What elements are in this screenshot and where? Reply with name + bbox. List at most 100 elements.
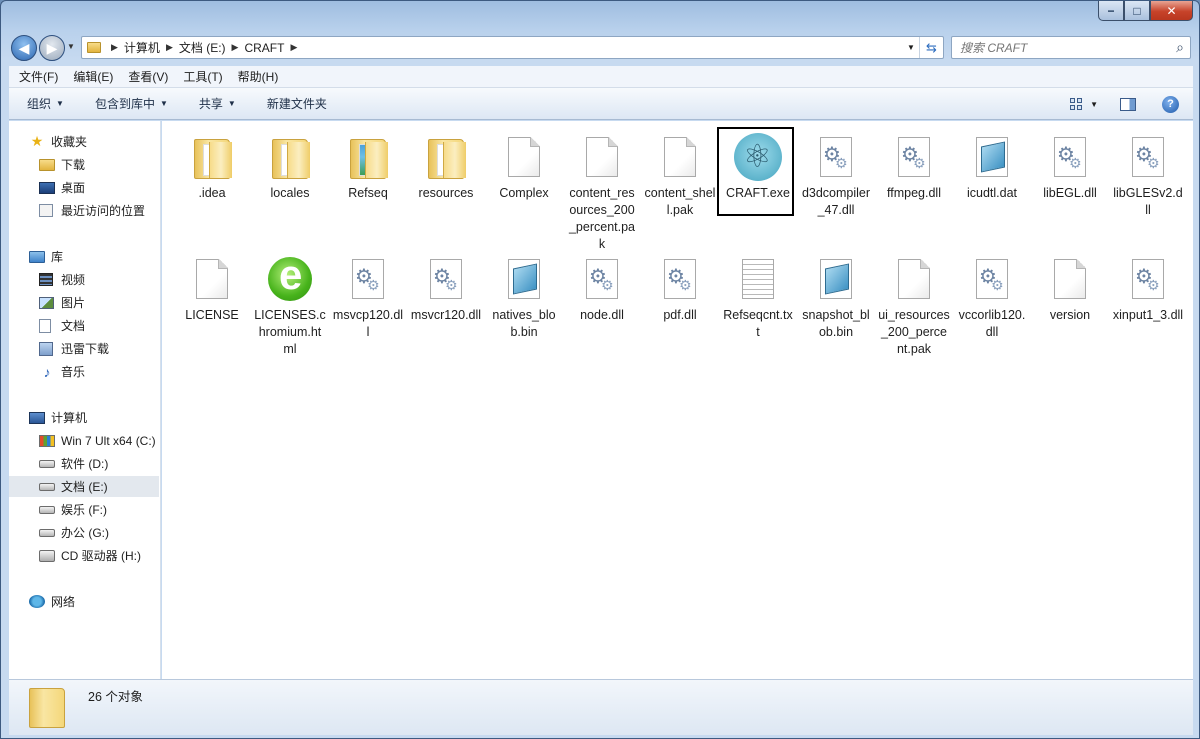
- file-item[interactable]: natives_blob.bin: [487, 255, 561, 341]
- view-options-dropdown[interactable]: ▼: [1090, 100, 1098, 109]
- sidebar-item[interactable]: 文档: [9, 315, 159, 336]
- file-icon: [586, 137, 618, 177]
- view-mode-icon[interactable]: [1070, 97, 1084, 111]
- menu-item[interactable]: 工具(T): [183, 68, 222, 85]
- file-name: CRAFT.exe: [726, 186, 790, 200]
- organize-button[interactable]: 组织 ▼: [27, 95, 64, 112]
- breadcrumb-item[interactable]: 计算机: [124, 39, 160, 56]
- sidebar-item[interactable]: 办公 (G:): [9, 522, 159, 543]
- file-item[interactable]: msvcr120.dll: [409, 255, 483, 324]
- chevron-down-icon: ▼: [907, 43, 915, 52]
- sidebar-item[interactable]: ★ 收藏夹: [9, 131, 159, 152]
- file-name: natives_blob.bin: [492, 308, 556, 339]
- file-item[interactable]: node.dll: [565, 255, 639, 324]
- sidebar-item[interactable]: 下载: [9, 154, 159, 175]
- file-icon-wrapper: [1124, 255, 1172, 303]
- recent-places-icon: [39, 204, 53, 217]
- file-item[interactable]: ffmpeg.dll: [877, 133, 951, 202]
- refresh-button[interactable]: ⇆: [919, 37, 943, 58]
- chevron-right-icon[interactable]: ▶: [290, 42, 297, 53]
- breadcrumb-root-chevron[interactable]: ▶: [105, 42, 124, 53]
- chevron-right-icon[interactable]: ▶: [232, 42, 239, 53]
- file-item[interactable]: ui_resources_200_percent.pak: [877, 255, 951, 358]
- file-item[interactable]: libEGL.dll: [1033, 133, 1107, 202]
- file-icon: [664, 137, 696, 177]
- chevron-right-icon[interactable]: ▶: [166, 42, 173, 53]
- recent-pages-dropdown[interactable]: ▼: [67, 42, 75, 51]
- dll-file-icon: [664, 259, 696, 299]
- file-item[interactable]: d3dcompiler_47.dll: [799, 133, 873, 219]
- file-item[interactable]: LICENSES.chromium.html: [253, 251, 327, 358]
- file-icon-wrapper: [188, 133, 236, 181]
- file-icon-wrapper: [422, 133, 470, 181]
- file-item[interactable]: LICENSE: [175, 255, 249, 324]
- sidebar-item[interactable]: ♪ 音乐: [9, 361, 159, 382]
- internet-explorer-icon: [268, 251, 312, 301]
- forward-button[interactable]: ▶: [39, 35, 65, 61]
- folder-icon: [350, 139, 388, 179]
- file-item[interactable]: Refseqcnt.txt: [721, 255, 795, 341]
- minimize-button[interactable]: −: [1098, 1, 1124, 21]
- sidebar-item-label: 视频: [61, 273, 86, 287]
- breadcrumb-item[interactable]: CRAFT: [244, 41, 284, 55]
- back-button[interactable]: ◀: [11, 35, 37, 61]
- search-input[interactable]: [960, 40, 1160, 55]
- sidebar-item[interactable]: 计算机: [9, 407, 159, 428]
- file-item[interactable]: content_resources_200_percent.pak: [565, 133, 639, 253]
- address-bar[interactable]: ▶ 计算机 ▶ 文档 (E:) ▶ CRAFT ▶ ▼ ⇆: [81, 36, 944, 59]
- file-icon-wrapper: [968, 255, 1016, 303]
- sidebar-item[interactable]: 最近访问的位置: [9, 200, 159, 221]
- close-button[interactable]: ✕: [1150, 1, 1193, 21]
- file-name: ui_resources_200_percent.pak: [878, 308, 950, 356]
- address-history-dropdown[interactable]: ▼: [903, 37, 919, 58]
- sidebar-item[interactable]: 库: [9, 246, 159, 267]
- file-item[interactable]: vccorlib120.dll: [955, 255, 1029, 341]
- file-item[interactable]: locales: [253, 133, 327, 202]
- menu-item[interactable]: 编辑(E): [73, 68, 113, 85]
- share-button[interactable]: 共享 ▼: [199, 95, 236, 112]
- file-item[interactable]: CRAFT.exe: [717, 127, 795, 216]
- sidebar-item[interactable]: 桌面: [9, 177, 159, 198]
- file-item[interactable]: xinput1_3.dll: [1111, 255, 1185, 324]
- menu-item[interactable]: 文件(F): [19, 68, 58, 85]
- sidebar-item[interactable]: 娱乐 (F:): [9, 499, 159, 520]
- file-name: msvcr120.dll: [410, 308, 482, 322]
- breadcrumb-item[interactable]: 文档 (E:): [179, 39, 226, 56]
- search-icon[interactable]: ⌕: [1176, 39, 1184, 56]
- file-item[interactable]: content_shell.pak: [643, 133, 717, 219]
- file-item[interactable]: resources: [409, 133, 483, 202]
- file-item[interactable]: version: [1033, 255, 1107, 324]
- file-item[interactable]: Refseq: [331, 133, 405, 202]
- file-item[interactable]: libGLESv2.dll: [1111, 133, 1185, 219]
- include-in-library-button[interactable]: 包含到库中 ▼: [95, 95, 168, 112]
- file-icon-wrapper: [812, 255, 860, 303]
- share-label: 共享: [198, 97, 223, 111]
- file-name: resources: [418, 186, 474, 200]
- file-name: content_shell.pak: [644, 186, 716, 217]
- menu-item[interactable]: 帮助(H): [238, 68, 279, 85]
- sidebar-item[interactable]: 软件 (D:): [9, 453, 159, 474]
- file-icon-wrapper: [1046, 133, 1094, 181]
- file-item[interactable]: snapshot_blob.bin: [799, 255, 873, 341]
- sidebar-item[interactable]: CD 驱动器 (H:): [9, 545, 159, 566]
- preview-pane-icon[interactable]: [1120, 97, 1136, 111]
- file-item[interactable]: icudtl.dat: [955, 133, 1029, 202]
- help-icon[interactable]: ?: [1162, 95, 1179, 113]
- file-item[interactable]: .idea: [175, 133, 249, 202]
- sidebar-item[interactable]: Win 7 Ult x64 (C:): [9, 430, 159, 451]
- menu-item[interactable]: 查看(V): [128, 68, 168, 85]
- file-icon-wrapper: [344, 255, 392, 303]
- title-bar[interactable]: − □ ✕: [1, 1, 1199, 31]
- sidebar-item[interactable]: 网络: [9, 591, 159, 612]
- maximize-button[interactable]: □: [1124, 1, 1150, 21]
- include-in-library-label: 包含到库中: [94, 97, 155, 111]
- file-item[interactable]: pdf.dll: [643, 255, 717, 324]
- sidebar-item[interactable]: 文档 (E:): [9, 476, 159, 497]
- new-folder-button[interactable]: 新建文件夹: [267, 95, 327, 112]
- sidebar-item[interactable]: 迅雷下载: [9, 338, 159, 359]
- file-icon-wrapper: [500, 255, 548, 303]
- file-item[interactable]: msvcp120.dll: [331, 255, 405, 341]
- sidebar-item[interactable]: 图片: [9, 292, 159, 313]
- file-item[interactable]: Complex: [487, 133, 561, 202]
- sidebar-item[interactable]: 视频: [9, 269, 159, 290]
